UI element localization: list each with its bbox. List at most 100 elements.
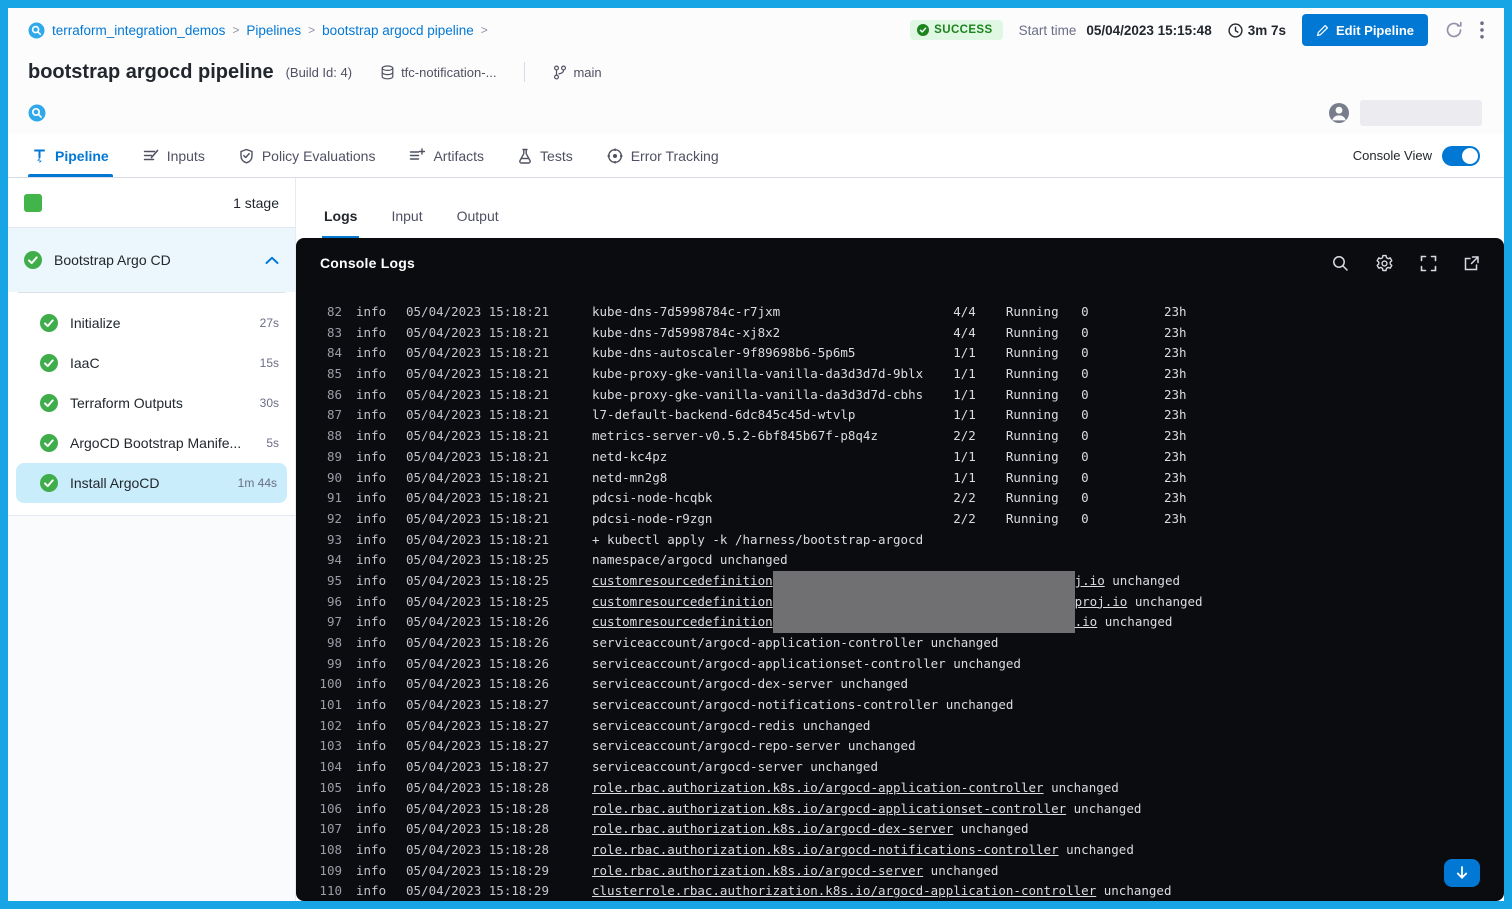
log-timestamp: 05/04/2023 15:18:27: [406, 716, 554, 737]
log-line: 94info05/04/2023 15:18:25namespace/argoc…: [316, 550, 1504, 571]
log-line-number: 105: [316, 778, 342, 799]
stage-status-square[interactable]: [24, 194, 42, 212]
log-link[interactable]: role.rbac.authorization.k8s.io/argocd-de…: [592, 821, 953, 836]
settings-gear-icon[interactable]: [1375, 254, 1394, 273]
log-message: customresourcedefinitionj.io unchanged: [592, 571, 1180, 592]
log-level: info: [356, 530, 390, 551]
tab-inputs[interactable]: Inputs: [143, 134, 205, 177]
edit-pipeline-button[interactable]: Edit Pipeline: [1302, 14, 1428, 46]
log-text: kube-dns-7d5998784c-xj8x2 4/4 Running 0 …: [592, 325, 1187, 340]
log-line-number: 102: [316, 716, 342, 737]
log-message: serviceaccount/argocd-applicationset-con…: [592, 654, 1021, 675]
breadcrumb-pipeline-name[interactable]: bootstrap argocd pipeline: [322, 23, 474, 38]
more-options-button[interactable]: [1480, 21, 1484, 39]
log-line: 82info05/04/2023 15:18:21kube-dns-7d5998…: [316, 302, 1504, 323]
log-text: unchanged: [953, 821, 1028, 836]
log-level: info: [356, 343, 390, 364]
step-install-argocd[interactable]: Install ArgoCD 1m 44s: [16, 463, 287, 503]
log-level: info: [356, 364, 390, 385]
breadcrumb-pipelines[interactable]: Pipelines: [246, 23, 301, 38]
log-level: info: [356, 323, 390, 344]
tab-policy-evaluations[interactable]: Policy Evaluations: [239, 134, 376, 177]
log-line: 110info05/04/2023 15:18:29clusterrole.rb…: [316, 881, 1504, 901]
step-argocd-bootstrap-manifest[interactable]: ArgoCD Bootstrap Manife... 5s: [8, 423, 295, 463]
step-initialize[interactable]: Initialize 27s: [8, 303, 295, 343]
log-link[interactable]: customresourcedefinition: [592, 594, 773, 609]
log-link[interactable]: role.rbac.authorization.k8s.io/argocd-no…: [592, 842, 1059, 857]
log-link[interactable]: j.io: [1075, 573, 1105, 588]
log-level: info: [356, 654, 390, 675]
tab-output[interactable]: Output: [455, 208, 501, 238]
shield-check-icon: [239, 148, 254, 164]
log-text: metrics-server-v0.5.2-6bf845b67f-p8q4z 2…: [592, 428, 1187, 443]
sidebar-empty-area: [8, 515, 295, 901]
log-level: info: [356, 612, 390, 633]
harness-module-icon: [28, 22, 45, 39]
console-panel: Console Logs: [296, 238, 1504, 901]
tab-artifacts[interactable]: Artifacts: [409, 134, 484, 177]
log-timestamp: 05/04/2023 15:18:21: [406, 364, 554, 385]
open-external-icon[interactable]: [1463, 255, 1480, 272]
log-message: serviceaccount/argocd-application-contro…: [592, 633, 998, 654]
log-line-number: 83: [316, 323, 342, 344]
log-message: pdcsi-node-hcqbk 2/2 Running 0 23h: [592, 488, 1187, 509]
kebab-menu-icon: [1480, 21, 1484, 39]
log-message: serviceaccount/argocd-repo-server unchan…: [592, 736, 916, 757]
tab-pipeline[interactable]: Pipeline: [32, 134, 109, 177]
tab-logs[interactable]: Logs: [322, 208, 359, 238]
repo-chip[interactable]: tfc-notification-...: [380, 65, 496, 80]
log-link[interactable]: clusterrole.rbac.authorization.k8s.io/ar…: [592, 883, 1096, 898]
log-timestamp: 05/04/2023 15:18:21: [406, 468, 554, 489]
console-view-toggle[interactable]: [1442, 146, 1480, 166]
log-line-number: 93: [316, 530, 342, 551]
log-text: unchanged: [923, 863, 998, 878]
log-line: 85info05/04/2023 15:18:21kube-proxy-gke-…: [316, 364, 1504, 385]
log-message: kube-proxy-gke-vanilla-vanilla-da3d3d7d-…: [592, 385, 1187, 406]
success-check-icon: [917, 24, 929, 36]
log-link[interactable]: .io: [1075, 614, 1098, 629]
search-icon[interactable]: [1332, 255, 1349, 272]
log-line-number: 99: [316, 654, 342, 675]
chevron-up-icon[interactable]: [265, 256, 279, 265]
log-timestamp: 05/04/2023 15:18:26: [406, 674, 554, 695]
arrow-down-icon: [1456, 866, 1468, 880]
log-timestamp: 05/04/2023 15:18:27: [406, 736, 554, 757]
log-link[interactable]: role.rbac.authorization.k8s.io/argocd-ap…: [592, 780, 1044, 795]
log-line-number: 86: [316, 385, 342, 406]
step-terraform-outputs[interactable]: Terraform Outputs 30s: [8, 383, 295, 423]
log-line: 86info05/04/2023 15:18:21kube-proxy-gke-…: [316, 385, 1504, 406]
log-message: kube-dns-7d5998784c-xj8x2 4/4 Running 0 …: [592, 323, 1187, 344]
tab-error-tracking[interactable]: Error Tracking: [607, 134, 719, 177]
log-message: kube-dns-autoscaler-9f89698b6-5p6m5 1/1 …: [592, 343, 1187, 364]
breadcrumb-project[interactable]: terraform_integration_demos: [52, 23, 225, 38]
log-text: l7-default-backend-6dc845c45d-wtvlp 1/1 …: [592, 407, 1187, 422]
tab-input[interactable]: Input: [389, 208, 424, 238]
inputs-icon: [143, 148, 159, 163]
log-link[interactable]: customresourcedefinition: [592, 573, 773, 588]
log-message: clusterrole.rbac.authorization.k8s.io/ar…: [592, 881, 1171, 901]
tab-tests[interactable]: Tests: [518, 134, 573, 177]
avatar-icon[interactable]: [1328, 102, 1350, 124]
log-timestamp: 05/04/2023 15:18:26: [406, 633, 554, 654]
log-link[interactable]: role.rbac.authorization.k8s.io/argocd-se…: [592, 863, 923, 878]
log-message: serviceaccount/argocd-dex-server unchang…: [592, 674, 908, 695]
log-timestamp: 05/04/2023 15:18:29: [406, 861, 554, 882]
log-link[interactable]: proj.io: [1075, 594, 1128, 609]
scroll-to-bottom-button[interactable]: [1444, 859, 1480, 887]
stage-header-bootstrap-argo-cd[interactable]: Bootstrap Argo CD: [8, 228, 295, 292]
log-timestamp: 05/04/2023 15:18:26: [406, 654, 554, 675]
log-text: kube-proxy-gke-vanilla-vanilla-da3d3d7d-…: [592, 387, 1187, 402]
log-message: netd-mn2g8 1/1 Running 0 23h: [592, 468, 1187, 489]
refresh-button[interactable]: [1444, 20, 1464, 40]
step-iaac[interactable]: IaaC 15s: [8, 343, 295, 383]
log-link[interactable]: customresourcedefinition: [592, 614, 773, 629]
log-link[interactable]: role.rbac.authorization.k8s.io/argocd-ap…: [592, 801, 1066, 816]
log-level: info: [356, 778, 390, 799]
console-log-list[interactable]: 82info05/04/2023 15:18:21kube-dns-7d5998…: [296, 288, 1504, 901]
log-line-number: 106: [316, 799, 342, 820]
log-timestamp: 05/04/2023 15:18:25: [406, 592, 554, 613]
log-level: info: [356, 633, 390, 654]
log-line: 93info05/04/2023 15:18:21+ kubectl apply…: [316, 530, 1504, 551]
branch-chip[interactable]: main: [553, 65, 601, 80]
fullscreen-icon[interactable]: [1420, 255, 1437, 272]
